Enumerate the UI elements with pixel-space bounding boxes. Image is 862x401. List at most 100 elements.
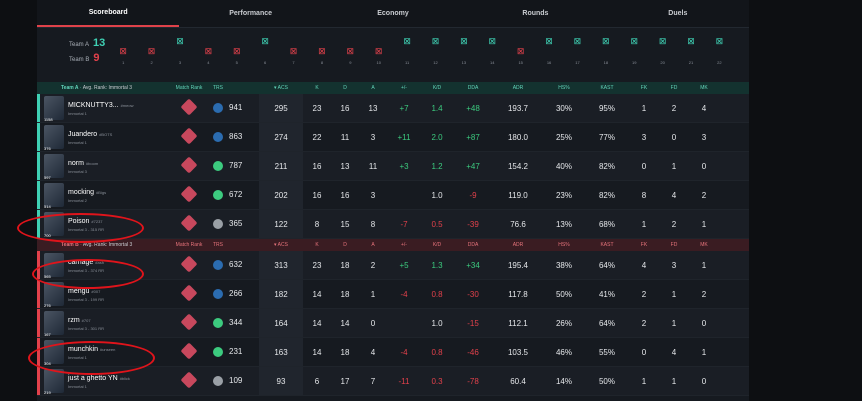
col-fd[interactable]: FD (659, 85, 689, 91)
tab-scoreboard[interactable]: Scoreboard (37, 0, 180, 27)
player-row[interactable]: 167 rzm #707 Immortal 3 - 301 RR 344 164 14 14 0… (37, 309, 749, 338)
player-cell[interactable]: 219 just a ghetto YN #blick Immortal 1 (37, 367, 171, 395)
col-match-rank[interactable]: Match Rank (171, 242, 207, 248)
col-hs[interactable]: HS% (543, 85, 585, 91)
player-row[interactable]: 219 just a ghetto YN #blick Immortal 1 109 93… (37, 367, 749, 396)
round-col[interactable]: ⊠ 12 (421, 36, 449, 65)
tab-rounds[interactable]: Rounds (464, 0, 606, 27)
col-trs[interactable]: TRS (207, 85, 259, 91)
round-col[interactable]: ⊠ 7 (279, 36, 307, 65)
col-fk[interactable]: FK (629, 242, 659, 248)
col-adr[interactable]: ADR (493, 85, 543, 91)
col-trs[interactable]: TRS (207, 242, 259, 248)
col-kd[interactable]: K/D (421, 85, 453, 91)
player-name[interactable]: rzm (68, 317, 80, 324)
player-row[interactable]: 304 munchkin #unseen Immortal 1 231 163 14 18 4-… (37, 338, 749, 367)
player-row[interactable]: 565 carnage #ash Immortal 3 - 374 RR 632 313 2… (37, 251, 749, 280)
col-mk[interactable]: MK (689, 242, 719, 248)
col-acs[interactable]: ▾ ACS (259, 242, 303, 248)
col-a[interactable]: A (359, 242, 387, 248)
trs-icon (213, 347, 223, 357)
player-row[interactable]: 376 Juandero #BOTS Immortal 1 863 274 22 11 3 +11… (37, 123, 749, 152)
player-cell[interactable]: 700 Poison #7237 Immortal 3 - 315 RR (37, 210, 171, 238)
tab-duels[interactable]: Duels (607, 0, 749, 27)
player-row[interactable]: 514 mocking #Bigs Immortal 2 672 202 16 16 3 1.0 -… (37, 181, 749, 210)
player-cell[interactable]: 376 Juandero #BOTS Immortal 1 (37, 123, 171, 151)
round-col[interactable]: ⊠ 14 (478, 36, 506, 65)
player-cell[interactable]: 167 rzm #707 Immortal 3 - 301 RR (37, 309, 171, 337)
round-col[interactable]: ⊠ 21 (677, 36, 705, 65)
round-col[interactable]: ⊠ 20 (648, 36, 676, 65)
round-col[interactable]: ⊠ 1 (109, 36, 137, 65)
col-fk[interactable]: FK (629, 85, 659, 91)
round-col[interactable]: ⊠ 19 (620, 36, 648, 65)
col-fd[interactable]: FD (659, 242, 689, 248)
col-d[interactable]: D (331, 85, 359, 91)
player-cell[interactable]: 514 mocking #Bigs Immortal 2 (37, 181, 171, 209)
player-row[interactable]: 1158 MICKNUTTY3... #meow Immortal 1 941 295 23… (37, 94, 749, 123)
assists-cell: 1 (370, 289, 376, 299)
col-d[interactable]: D (331, 242, 359, 248)
round-col[interactable]: ⊠ 5 (223, 36, 251, 65)
col-kast[interactable]: KAST (585, 85, 629, 91)
player-name[interactable]: munchkin (68, 346, 98, 353)
player-name[interactable]: mengu (68, 288, 89, 295)
player-name[interactable]: norm (68, 160, 84, 167)
match-rank-icon (180, 371, 198, 389)
round-col[interactable]: ⊠ 4 (194, 36, 222, 65)
player-name[interactable]: just a ghetto YN (68, 375, 118, 382)
player-name[interactable]: Poison (68, 218, 89, 225)
plus-minus-cell: -11 (398, 376, 410, 386)
round-col[interactable]: ⊠ 15 (506, 36, 534, 65)
player-tag: #ash (95, 260, 104, 265)
player-cell[interactable]: 597 norm #boom Immortal 3 (37, 152, 171, 180)
col-hs[interactable]: HS% (543, 242, 585, 248)
player-row[interactable]: 700 Poison #7237 Immortal 3 - 315 RR 365 122 8… (37, 210, 749, 239)
col-plus-minus[interactable]: +/- (387, 85, 421, 91)
player-name[interactable]: Juandero (68, 131, 97, 138)
round-col[interactable]: ⊠ 2 (137, 36, 165, 65)
col-mk[interactable]: MK (689, 85, 719, 91)
assists-cell: 13 (368, 103, 378, 113)
round-col[interactable]: ⊠ 17 (563, 36, 591, 65)
col-k[interactable]: K (303, 242, 331, 248)
round-col[interactable]: ⊠ 11 (393, 36, 421, 65)
round-col[interactable]: ⊠ 18 (592, 36, 620, 65)
fd-cell: 4 (671, 190, 677, 200)
col-dda[interactable]: DDA (453, 242, 493, 248)
tab-economy[interactable]: Economy (322, 0, 464, 27)
team-b-score: 9 (93, 52, 100, 64)
trs-cell: 266 (207, 289, 259, 299)
round-col[interactable]: ⊠ 22 (705, 36, 733, 65)
round-col[interactable]: ⊠ 3 (166, 36, 194, 65)
team-b-round-icon (431, 46, 440, 56)
col-adr[interactable]: ADR (493, 242, 543, 248)
col-dda[interactable]: DDA (453, 85, 493, 91)
player-cell[interactable]: 565 carnage #ash Immortal 3 - 374 RR (37, 251, 171, 279)
player-name[interactable]: mocking (68, 189, 94, 196)
round-col[interactable]: ⊠ 6 (251, 36, 279, 65)
col-match-rank[interactable]: Match Rank (171, 85, 207, 91)
round-col[interactable]: ⊠ 9 (336, 36, 364, 65)
player-cell[interactable]: 276 mengu #007 Immortal 3 - 199 RR (37, 280, 171, 308)
match-rank-icon (180, 342, 198, 360)
team-a-rows: 1158 MICKNUTTY3... #meow Immortal 1 941 295 23… (37, 94, 749, 239)
round-col[interactable]: ⊠ 10 (365, 36, 393, 65)
player-cell[interactable]: 304 munchkin #unseen Immortal 1 (37, 338, 171, 366)
player-row[interactable]: 276 mengu #007 Immortal 3 - 199 RR 266 182 14 1… (37, 280, 749, 309)
col-k[interactable]: K (303, 85, 331, 91)
col-acs[interactable]: ▾ ACS (259, 85, 303, 91)
player-cell[interactable]: 1158 MICKNUTTY3... #meow Immortal 1 (37, 94, 171, 122)
col-kast[interactable]: KAST (585, 242, 629, 248)
tab-performance[interactable]: Performance (179, 0, 321, 27)
round-col[interactable]: ⊠ 8 (308, 36, 336, 65)
col-kd[interactable]: K/D (421, 242, 453, 248)
round-col[interactable]: ⊠ 16 (535, 36, 563, 65)
player-name[interactable]: carnage (68, 259, 93, 266)
round-col[interactable]: ⊠ 13 (450, 36, 478, 65)
col-plus-minus[interactable]: +/- (387, 242, 421, 248)
dda-cell: -78 (467, 376, 479, 386)
player-row[interactable]: 597 norm #boom Immortal 3 787 211 16 13 11 +3 1.2 +… (37, 152, 749, 181)
player-name[interactable]: MICKNUTTY3... (68, 102, 119, 109)
col-a[interactable]: A (359, 85, 387, 91)
